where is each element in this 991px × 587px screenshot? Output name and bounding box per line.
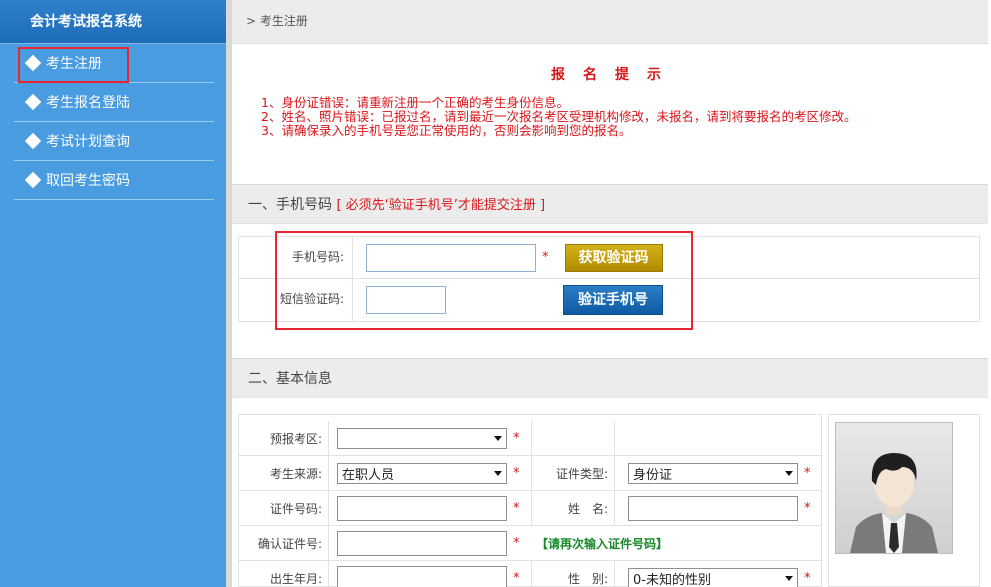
- region-label: 预报考区:: [239, 421, 329, 456]
- form-row-id-number: 证件号码: * 姓 名: *: [239, 491, 821, 526]
- dropdown-arrow-icon: [785, 576, 793, 581]
- form-row-source: 考生来源: 在职人员 * 证件类型: 身份证 *: [239, 456, 821, 491]
- form-row-region: 预报考区: *: [239, 421, 821, 456]
- gender-value: 0-未知的性别: [633, 573, 711, 587]
- sidebar: 会计考试报名系统 考生注册 考生报名登陆 考试计划查询 取回考生密码: [0, 0, 226, 587]
- required-mark: *: [804, 571, 811, 586]
- main-content: > 考生注册 报名提示 1、身份证错误：请重新注册一个正确的考生身份信息。 2、…: [232, 0, 988, 587]
- form-row-confirm-id: 确认证件号: * 【请再次输入证件号码】: [239, 526, 821, 561]
- highlight-frame: [275, 231, 693, 330]
- region-select[interactable]: [337, 428, 507, 449]
- birth-input[interactable]: [337, 566, 507, 587]
- app-title: 会计考试报名系统: [0, 0, 226, 44]
- required-mark: *: [804, 466, 811, 481]
- source-value: 在职人员: [342, 468, 395, 483]
- phone-section-header: 一、手机号码 [ 必须先‘验证手机号’才能提交注册 ]: [232, 184, 988, 224]
- sidebar-item-label: 考生注册: [46, 56, 102, 72]
- photo-panel: [828, 414, 980, 587]
- required-mark: *: [513, 571, 520, 586]
- empty-cell: [531, 421, 615, 456]
- diamond-bullet-icon: [24, 171, 42, 189]
- notice-panel: 报名提示 1、身份证错误：请重新注册一个正确的考生身份信息。 2、姓名、照片错误…: [232, 44, 988, 184]
- basic-section-title: 二、基本信息: [248, 371, 332, 387]
- name-label: 姓 名:: [531, 491, 615, 526]
- diamond-bullet-icon: [24, 93, 42, 111]
- required-mark: *: [513, 466, 520, 481]
- id-number-label: 证件号码:: [239, 491, 329, 526]
- breadcrumb-current: 考生注册: [259, 14, 308, 28]
- confirm-id-input[interactable]: [337, 531, 507, 556]
- notice-line: 1、身份证错误：请重新注册一个正确的考生身份信息。: [261, 95, 569, 110]
- sidebar-item-label: 考生报名登陆: [46, 95, 130, 111]
- dropdown-arrow-icon: [494, 436, 502, 441]
- id-type-value: 身份证: [633, 468, 673, 483]
- diamond-bullet-icon: [24, 132, 42, 150]
- gender-label: 性 别:: [531, 561, 615, 587]
- diamond-bullet-icon: [24, 54, 42, 72]
- notice-title: 报名提示: [551, 67, 679, 83]
- person-silhouette-icon: [850, 453, 938, 553]
- sidebar-item-exam-plan[interactable]: 考试计划查询: [14, 122, 214, 161]
- dropdown-arrow-icon: [785, 471, 793, 476]
- birth-label: 出生年月:: [239, 561, 329, 587]
- sidebar-item-label: 取回考生密码: [46, 173, 130, 189]
- breadcrumb: > 考生注册: [232, 0, 988, 44]
- id-number-input[interactable]: [337, 496, 507, 521]
- form-row-birth: 出生年月: * 性 别: 0-未知的性别 *: [239, 561, 821, 587]
- gender-select[interactable]: 0-未知的性别: [628, 568, 798, 587]
- phone-section-warning: [ 必须先‘验证手机号’才能提交注册 ]: [336, 198, 546, 213]
- sidebar-menu: 考生注册 考生报名登陆 考试计划查询 取回考生密码: [0, 44, 226, 200]
- basic-info-form: 预报考区: * 考生来源: 在职人员 * 证件类型: 身份证 * 证件号码: *…: [238, 414, 822, 587]
- sidebar-item-login[interactable]: 考生报名登陆: [14, 83, 214, 122]
- notice-line: 2、姓名、照片错误：已报过名，请到最近一次报名考区受理机构修改，未报名，请到将要…: [261, 109, 857, 124]
- required-mark: *: [513, 501, 520, 516]
- sidebar-item-password[interactable]: 取回考生密码: [14, 161, 214, 200]
- id-type-label: 证件类型:: [531, 456, 615, 491]
- required-mark: *: [513, 431, 520, 446]
- name-input[interactable]: [628, 496, 798, 521]
- avatar-placeholder[interactable]: [835, 422, 953, 554]
- sidebar-item-label: 考试计划查询: [46, 134, 130, 150]
- source-select[interactable]: 在职人员: [337, 463, 507, 484]
- dropdown-arrow-icon: [494, 471, 502, 476]
- confirm-id-hint: 【请再次输入证件号码】: [536, 537, 669, 551]
- source-label: 考生来源:: [239, 456, 329, 491]
- required-mark: *: [513, 536, 520, 551]
- phone-section-title: 一、手机号码: [248, 197, 332, 213]
- basic-section-header: 二、基本信息: [232, 358, 988, 398]
- notice-line: 3、请确保录入的手机号是您正常使用的，否则会影响到您的报名。: [261, 123, 632, 138]
- sidebar-item-register[interactable]: 考生注册: [14, 44, 214, 83]
- id-type-select[interactable]: 身份证: [628, 463, 798, 484]
- confirm-id-label: 确认证件号:: [239, 526, 329, 561]
- breadcrumb-separator: >: [246, 14, 257, 28]
- required-mark: *: [804, 501, 811, 516]
